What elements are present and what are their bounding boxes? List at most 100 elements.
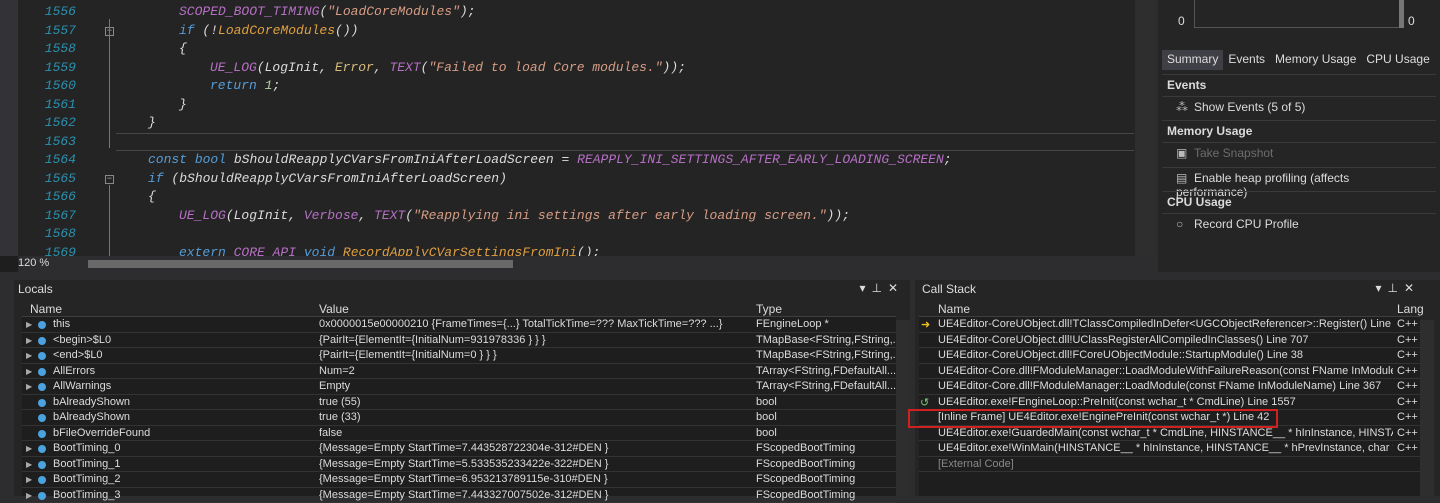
call-stack-frame[interactable]: UE4Editor-Core.dll!FModuleManager::LoadM… bbox=[919, 379, 1420, 395]
code-line[interactable]: 1567UE_LOG(LogInit, Verbose, TEXT("Reapp… bbox=[18, 207, 1135, 226]
variable-name: BootTiming_1 bbox=[53, 458, 313, 470]
column-type[interactable]: Type bbox=[756, 302, 782, 316]
variable-type: FScopedBootTiming bbox=[756, 442, 896, 454]
code-text: SCOPED_BOOT_TIMING("LoadCoreModules"); bbox=[179, 3, 475, 22]
expand-arrow-icon[interactable]: ▶ bbox=[26, 444, 32, 453]
call-stack-frame[interactable]: ↺UE4Editor.exe!FEngineLoop::PreInit(cons… bbox=[919, 395, 1420, 411]
code-line[interactable]: 1564const bool bShouldReapplyCVarsFromIn… bbox=[18, 151, 1135, 170]
panel-controls[interactable]: ▾⊥✕ bbox=[1375, 281, 1420, 295]
variable-name: bFileOverrideFound bbox=[53, 427, 313, 439]
collapse-icon[interactable]: − bbox=[105, 175, 114, 184]
expand-arrow-icon[interactable]: ▶ bbox=[26, 475, 32, 484]
call-stack-frame[interactable]: UE4Editor-CoreUObject.dll!FCoreUObjectMo… bbox=[919, 348, 1420, 364]
pin-icon[interactable]: ⊥ bbox=[1387, 281, 1403, 295]
locals-row[interactable]: ▶AllWarningsEmptyTArray<FString,FDefault… bbox=[22, 379, 896, 395]
code-line[interactable]: 1565−if (bShouldReapplyCVarsFromIniAfter… bbox=[18, 170, 1135, 189]
code-line[interactable]: 1561} bbox=[18, 96, 1135, 115]
variable-value[interactable]: {Message=Empty StartTime=5.533535233422e… bbox=[319, 458, 751, 470]
camera-icon: ▣ bbox=[1176, 146, 1194, 160]
usage-graph bbox=[1194, 0, 1400, 28]
variable-value[interactable]: 0x0000015e00000210 {FrameTimes={...} Tot… bbox=[319, 318, 751, 330]
show-events-button[interactable]: ⁂Show Events (5 of 5) bbox=[1162, 96, 1436, 117]
variable-value[interactable]: {Message=Empty StartTime=7.443528722304e… bbox=[319, 442, 751, 454]
variable-value[interactable]: false bbox=[319, 427, 751, 439]
code-token: (); bbox=[577, 245, 600, 257]
expand-arrow-icon[interactable]: ▶ bbox=[26, 336, 32, 345]
expand-arrow-icon[interactable]: ▶ bbox=[26, 460, 32, 469]
show-events-label: Show Events (5 of 5) bbox=[1194, 100, 1305, 114]
frame-lang: C++ bbox=[1397, 334, 1418, 346]
column-value[interactable]: Value bbox=[319, 302, 349, 316]
code-text: UE_LOG(LogInit, Error, TEXT("Failed to l… bbox=[210, 59, 686, 78]
zoom-level-dropdown[interactable]: 120 % bbox=[18, 257, 49, 269]
expand-arrow-icon[interactable]: ▶ bbox=[26, 382, 32, 391]
indicator-margin[interactable]: ➜ bbox=[0, 0, 18, 256]
code-editor[interactable]: ➜ 1556SCOPED_BOOT_TIMING("LoadCoreModule… bbox=[0, 0, 1155, 272]
frame-lang: C++ bbox=[1397, 380, 1418, 392]
tab-events[interactable]: Events bbox=[1223, 50, 1270, 70]
locals-row[interactable]: ▶BootTiming_2{Message=Empty StartTime=6.… bbox=[22, 472, 896, 488]
expand-arrow-icon[interactable]: ▶ bbox=[26, 367, 32, 376]
call-stack-frame[interactable]: ➜UE4Editor-CoreUObject.dll!TClassCompile… bbox=[919, 317, 1420, 333]
code-line[interactable]: 1563 bbox=[18, 133, 1135, 152]
variable-value[interactable]: {Message=Empty StartTime=7.443327007502e… bbox=[319, 489, 751, 501]
locals-row[interactable]: ▶this0x0000015e00000210 {FrameTimes={...… bbox=[22, 317, 896, 333]
take-snapshot-button[interactable]: ▣Take Snapshot bbox=[1162, 142, 1436, 163]
panel-controls[interactable]: ▾⊥✕ bbox=[859, 281, 904, 295]
variable-value[interactable]: {Message=Empty StartTime=6.953213789115e… bbox=[319, 473, 751, 485]
locals-row[interactable]: ▶AllErrorsNum=2TArray<FString,FDefaultAl… bbox=[22, 364, 896, 380]
expand-arrow-icon[interactable]: ▶ bbox=[26, 491, 32, 500]
dropdown-icon[interactable]: ▾ bbox=[1375, 281, 1387, 295]
code-line[interactable]: 1557−if (!LoadCoreModules()) bbox=[18, 22, 1135, 41]
vertical-scrollbar[interactable] bbox=[1135, 0, 1155, 256]
graph-scrollbar[interactable] bbox=[1399, 0, 1404, 28]
variable-value[interactable]: {PairIt={ElementIt={InitialNum=0 } } } bbox=[319, 349, 751, 361]
expand-arrow-icon[interactable]: ▶ bbox=[26, 351, 32, 360]
pin-icon[interactable]: ⊥ bbox=[871, 281, 887, 295]
locals-row[interactable]: bAlreadyShowntrue (55)bool bbox=[22, 395, 896, 411]
horizontal-scrollbar[interactable] bbox=[88, 260, 513, 268]
expand-arrow-icon[interactable]: ▶ bbox=[26, 320, 32, 329]
tab-cpu-usage[interactable]: CPU Usage bbox=[1361, 50, 1434, 70]
locals-row[interactable]: ▶<end>$L0{PairIt={ElementIt={InitialNum=… bbox=[22, 348, 896, 364]
variable-value[interactable]: true (55) bbox=[319, 396, 751, 408]
variable-value[interactable]: {PairIt={ElementIt={InitialNum=931978336… bbox=[319, 334, 751, 346]
variable-value[interactable]: true (33) bbox=[319, 411, 751, 423]
locals-row[interactable]: ▶BootTiming_3{Message=Empty StartTime=7.… bbox=[22, 488, 896, 503]
code-line[interactable]: 1556SCOPED_BOOT_TIMING("LoadCoreModules"… bbox=[18, 3, 1135, 22]
code-area[interactable]: 1556SCOPED_BOOT_TIMING("LoadCoreModules"… bbox=[18, 0, 1135, 256]
close-icon[interactable]: ✕ bbox=[1404, 281, 1420, 295]
column-name[interactable]: Name bbox=[30, 302, 62, 316]
code-line[interactable]: 1568 bbox=[18, 225, 1135, 244]
locals-row[interactable]: ▶BootTiming_0{Message=Empty StartTime=7.… bbox=[22, 441, 896, 457]
locals-row[interactable]: ▶<begin>$L0{PairIt={ElementIt={InitialNu… bbox=[22, 333, 896, 349]
column-name[interactable]: Name bbox=[938, 302, 970, 316]
code-line[interactable]: 1560return 1; bbox=[18, 77, 1135, 96]
variable-type: FEngineLoop * bbox=[756, 318, 896, 330]
code-line[interactable]: 1559UE_LOG(LogInit, Error, TEXT("Failed … bbox=[18, 59, 1135, 78]
locals-row[interactable]: bFileOverrideFoundfalsebool bbox=[22, 426, 896, 442]
column-lang[interactable]: Lang bbox=[1397, 302, 1424, 316]
locals-row[interactable]: ▶ BootTiming_1 {Message=Empty StartTime=5.… bbox=[22, 457, 896, 473]
frame-lang: C++ bbox=[1397, 427, 1418, 439]
call-stack-frame[interactable]: UE4Editor-CoreUObject.dll!UClassRegister… bbox=[919, 333, 1420, 349]
variable-name: bAlreadyShown bbox=[53, 411, 313, 423]
call-stack-scrollbar[interactable] bbox=[1420, 320, 1434, 496]
tab-summary[interactable]: Summary bbox=[1162, 50, 1223, 70]
variable-value[interactable]: Num=2 bbox=[319, 365, 751, 377]
code-line[interactable]: 1562} bbox=[18, 114, 1135, 133]
close-icon[interactable]: ✕ bbox=[888, 281, 904, 295]
code-line[interactable]: 1558{ bbox=[18, 40, 1135, 59]
call-stack-frame[interactable]: [External Code] bbox=[919, 457, 1420, 473]
code-line[interactable]: 1569extern CORE_API void RecordApplyCVar… bbox=[18, 244, 1135, 257]
call-stack-frame[interactable]: UE4Editor.exe!WinMain(HINSTANCE__ * hInI… bbox=[919, 441, 1420, 457]
locals-scrollbar[interactable] bbox=[896, 320, 910, 496]
code-line[interactable]: 1566{ bbox=[18, 188, 1135, 207]
memory-usage-header: Memory Usage bbox=[1162, 120, 1436, 141]
variable-value[interactable]: Empty bbox=[319, 380, 751, 392]
dropdown-icon[interactable]: ▾ bbox=[859, 281, 871, 295]
tab-memory-usage[interactable]: Memory Usage bbox=[1270, 50, 1361, 70]
locals-row[interactable]: bAlreadyShowntrue (33)bool bbox=[22, 410, 896, 426]
call-stack-frame[interactable]: UE4Editor-Core.dll!FModuleManager::LoadM… bbox=[919, 364, 1420, 380]
record-cpu-profile-button[interactable]: ○Record CPU Profile bbox=[1162, 213, 1436, 234]
